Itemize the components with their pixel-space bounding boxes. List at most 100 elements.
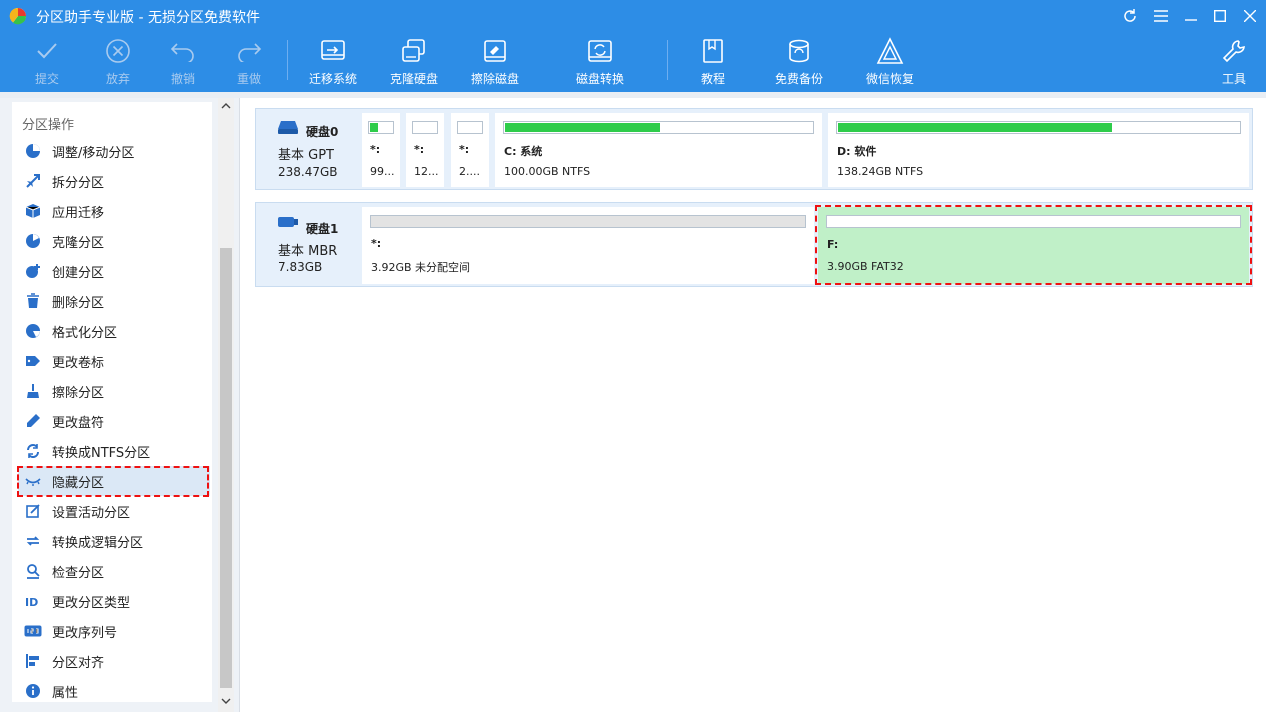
scrollbar-thumb[interactable]	[220, 248, 232, 688]
sidebar-item-change-label[interactable]: 更改卷标	[18, 346, 210, 376]
disk-size: 7.83GB	[278, 260, 323, 274]
maximize-icon[interactable]	[1210, 6, 1230, 26]
sidebar-item-label: 格式化分区	[52, 325, 118, 341]
sidebar-item-convert-logical[interactable]: 转换成逻辑分区	[18, 526, 210, 556]
info-icon	[24, 682, 42, 700]
recovery-icon	[875, 36, 905, 66]
clone-disk-icon	[399, 36, 429, 66]
disk-row[interactable]: 硬盘0 基本 GPT 238.47GB *: 99... *: 12... *:…	[255, 108, 1253, 190]
disk-size: 238.47GB	[278, 165, 338, 179]
id-icon: ID	[24, 592, 42, 610]
partition-block[interactable]: *: 2....	[451, 113, 489, 187]
partition-block[interactable]: *: 12...	[406, 113, 444, 187]
migrate-os-button[interactable]: 迁移系统	[306, 36, 360, 88]
disk-convert-label: 磁盘转换	[575, 72, 624, 86]
menu-icon[interactable]	[1151, 6, 1171, 26]
sidebar-item-properties[interactable]: 属性	[18, 676, 210, 706]
broom-icon	[24, 382, 42, 400]
undo-button[interactable]: 撤销	[168, 36, 198, 88]
sidebar-item-label: 拆分分区	[52, 175, 105, 191]
sidebar-item-app-move[interactable]: 应用迁移	[18, 196, 210, 226]
app-move-icon	[24, 202, 42, 220]
wipe-disk-button[interactable]: 擦除磁盘	[468, 36, 522, 88]
create-partition-icon	[24, 262, 42, 280]
clone-disk-button[interactable]: 克隆硬盘	[387, 36, 441, 88]
sidebar-item-change-type[interactable]: ID 更改分区类型	[18, 586, 210, 616]
tools-button[interactable]: 工具	[1219, 36, 1249, 88]
partition-block[interactable]: *: 3.92GB 未分配空间	[362, 207, 814, 284]
sidebar-item-change-drive-letter[interactable]: 更改盘符	[18, 406, 210, 436]
close-icon[interactable]	[1240, 6, 1260, 26]
partition-info: 3.92GB 未分配空间	[371, 261, 471, 274]
free-backup-button[interactable]: 免费备份	[772, 36, 826, 88]
sidebar-item-check-partition[interactable]: 检查分区	[18, 556, 210, 586]
resize-pie-icon	[24, 142, 42, 160]
sidebar-item-wipe-partition[interactable]: 擦除分区	[18, 376, 210, 406]
sidebar-item-clone-partition[interactable]: 克隆分区	[18, 226, 210, 256]
usage-bar	[457, 121, 483, 134]
partition-block[interactable]: F: 3.90GB FAT32	[818, 207, 1249, 284]
disk-row[interactable]: 硬盘1 基本 MBR 7.83GB *: 3.92GB 未分配空间 F: 3.9…	[255, 202, 1253, 287]
partition-label: D: 软件	[837, 145, 877, 158]
sidebar-item-label: 更改序列号	[52, 625, 118, 641]
disk-convert-button[interactable]: 磁盘转换	[573, 36, 627, 88]
hard-disk-icon	[278, 121, 298, 134]
commit-button[interactable]: 提交	[32, 36, 62, 88]
partition-info: 99...	[370, 165, 395, 178]
refresh-icon[interactable]	[1120, 6, 1140, 26]
undo-icon	[168, 36, 198, 66]
redo-button[interactable]: 重做	[234, 36, 264, 88]
sidebar-item-resize-move[interactable]: 调整/移动分区	[18, 136, 210, 166]
sidebar-item-label: 检查分区	[52, 565, 105, 581]
partition-info: 2....	[459, 165, 480, 178]
free-backup-label: 免费备份	[774, 72, 823, 86]
app-logo-icon	[9, 7, 27, 25]
sidebar-item-label: 转换成逻辑分区	[52, 535, 144, 551]
usage-bar	[412, 121, 438, 134]
sidebar-item-create-partition[interactable]: 创建分区	[18, 256, 210, 286]
tag-icon	[24, 352, 42, 370]
wechat-recovery-label: 微信恢复	[865, 72, 914, 86]
partition-block[interactable]: *: 99...	[362, 113, 400, 187]
partition-block[interactable]: D: 软件 138.24GB NTFS	[828, 113, 1249, 187]
clone-disk-label: 克隆硬盘	[389, 72, 438, 86]
align-icon	[24, 652, 42, 670]
partition-operations-panel: 分区操作 调整/移动分区 拆分分区 应用迁移 克隆分区 创建分区 删除分区 格式…	[12, 102, 212, 702]
usb-drive-icon	[278, 217, 298, 227]
title-bar: 分区助手专业版 - 无损分区免费软件	[0, 0, 1266, 32]
sidebar-item-align-partition[interactable]: 分区对齐	[18, 646, 210, 676]
partition-block[interactable]: C: 系统 100.00GB NTFS	[495, 113, 822, 187]
toolbar-divider	[287, 40, 288, 80]
sidebar-scrollbar[interactable]	[218, 98, 234, 712]
usage-fill	[505, 123, 660, 132]
usage-bar	[836, 121, 1241, 134]
scroll-up-icon[interactable]	[220, 100, 232, 112]
tutorial-button[interactable]: 教程	[698, 36, 728, 88]
sidebar-item-hide-partition[interactable]: 隐藏分区	[18, 466, 210, 496]
wechat-recovery-button[interactable]: 微信恢复	[863, 36, 917, 88]
sidebar-item-label: 隐藏分区	[52, 475, 105, 491]
split-icon	[24, 172, 42, 190]
usage-fill	[838, 123, 1113, 132]
commit-label: 提交	[34, 72, 59, 86]
sidebar-item-label: 设置活动分区	[52, 505, 131, 521]
format-icon	[24, 322, 42, 340]
sidebar-item-label: 转换成NTFS分区	[52, 445, 151, 461]
sidebar-item-format-partition[interactable]: 格式化分区	[18, 316, 210, 346]
tools-label: 工具	[1221, 72, 1246, 86]
trash-icon	[24, 292, 42, 310]
sidebar-item-split[interactable]: 拆分分区	[18, 166, 210, 196]
discard-button[interactable]: 放弃	[103, 36, 133, 88]
cancel-circle-icon	[103, 36, 133, 66]
minimize-icon[interactable]	[1181, 6, 1201, 26]
sidebar-item-change-serial[interactable]: 更改序列号	[18, 616, 210, 646]
sidebar-item-set-active[interactable]: 设置活动分区	[18, 496, 210, 526]
partition-label: *:	[459, 143, 470, 156]
sidebar-item-delete-partition[interactable]: 删除分区	[18, 286, 210, 316]
usage-bar	[826, 215, 1241, 228]
pencil-icon	[24, 412, 42, 430]
scroll-down-icon[interactable]	[220, 695, 232, 707]
partition-label: *:	[414, 143, 425, 156]
sidebar-item-convert-ntfs[interactable]: 转换成NTFS分区	[18, 436, 210, 466]
check-icon	[32, 36, 62, 66]
